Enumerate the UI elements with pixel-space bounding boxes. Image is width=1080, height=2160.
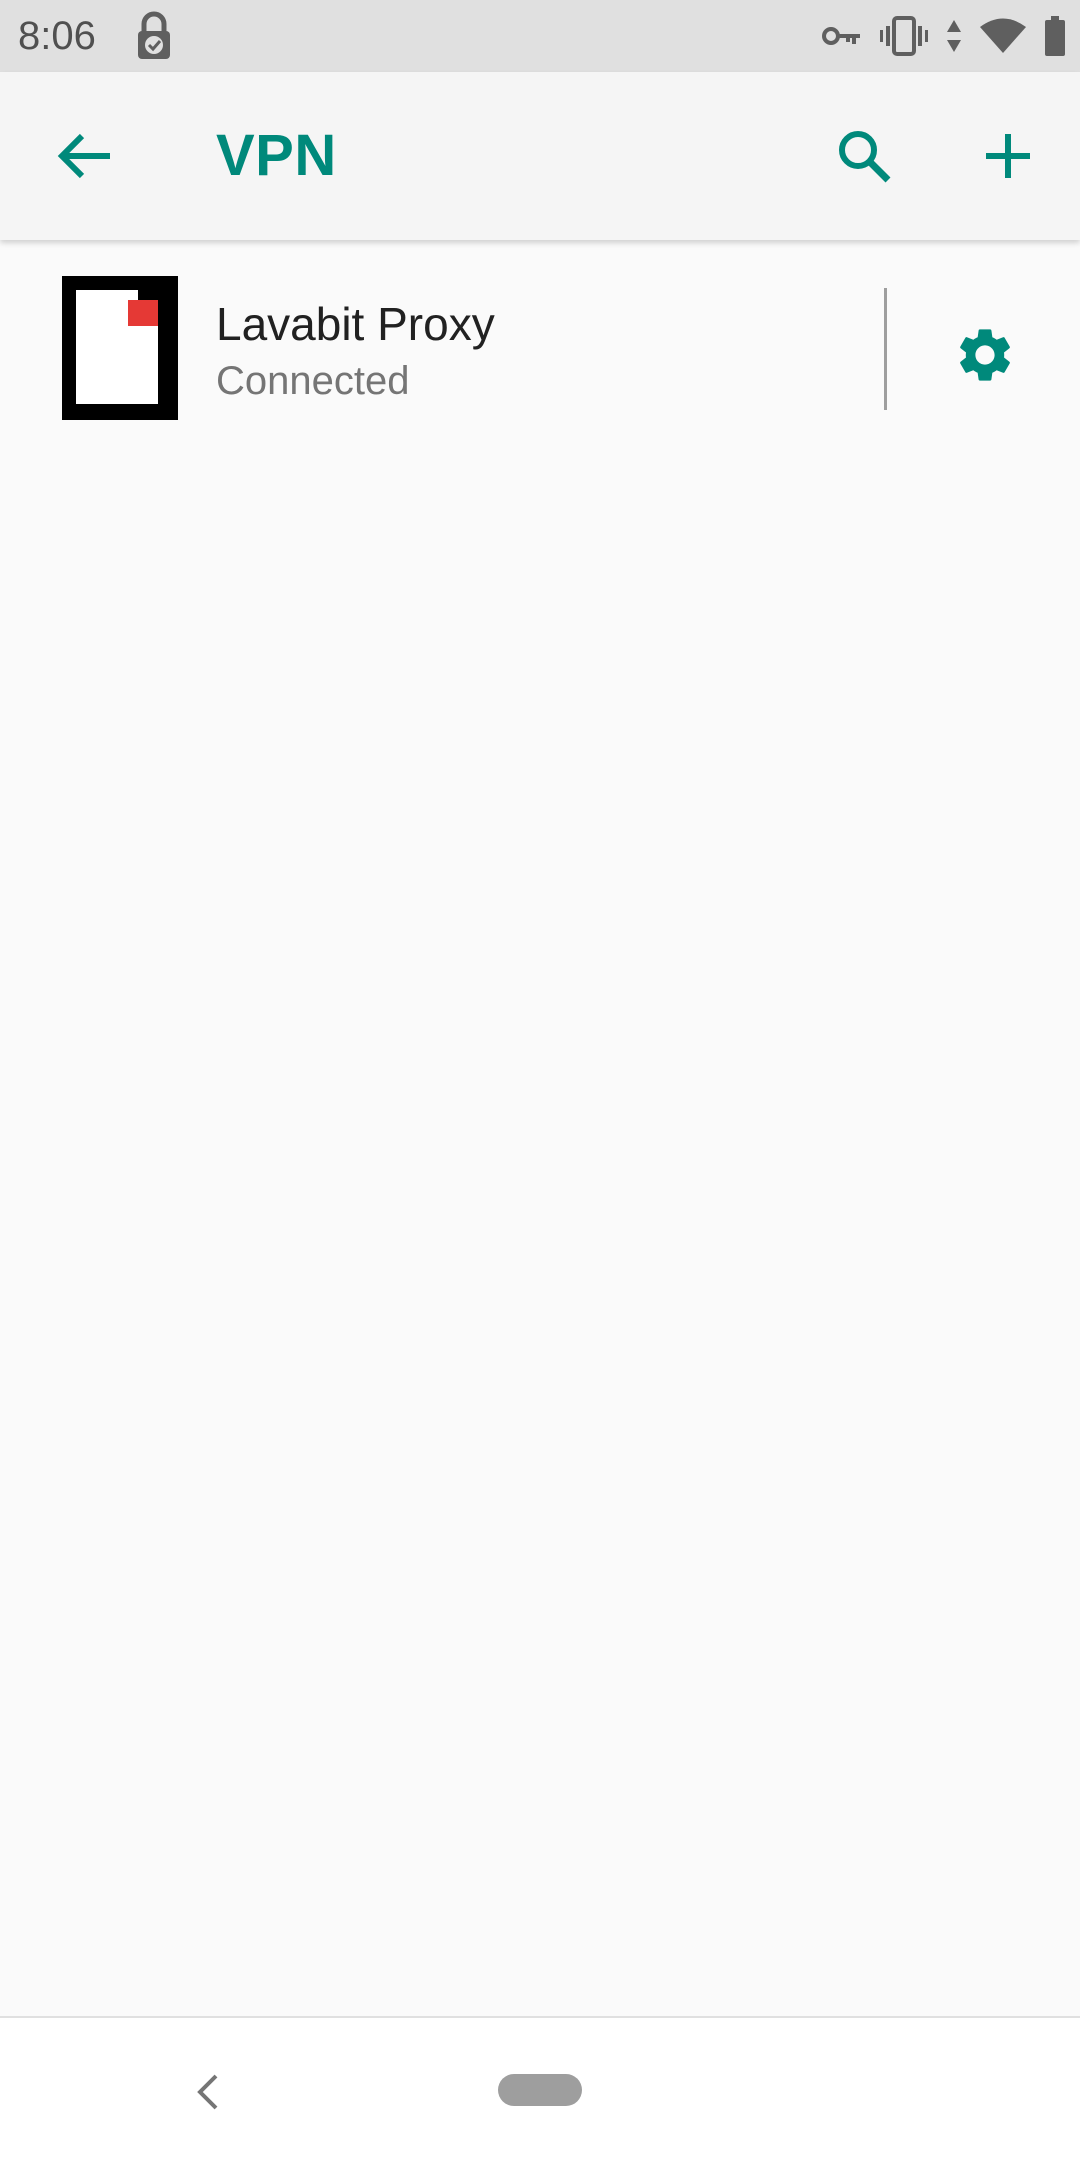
search-button[interactable] [824,116,904,196]
data-arrows-icon [946,18,962,54]
screen: 8:06 VPN Lavabit Proxy Connected [0,0,1080,2160]
page-title: VPN [216,123,337,188]
divider [884,288,887,410]
back-button[interactable] [44,116,124,196]
vpn-key-icon [822,24,862,48]
arrow-back-icon [57,133,110,179]
navigation-bar [0,2016,1080,2160]
app-bar: VPN [0,72,1080,240]
search-icon [839,131,891,183]
add-vpn-button[interactable] [968,116,1048,196]
lavabit-app-icon [62,276,178,420]
battery-icon [1044,16,1066,56]
gear-icon [960,329,1010,381]
vibrate-icon [880,16,928,56]
vpn-list-item[interactable]: Lavabit Proxy Connected [0,240,1080,460]
lock-check-icon [134,10,174,62]
status-bar: 8:06 [0,0,1080,72]
chevron-left-icon [197,2074,218,2110]
nav-back-button[interactable] [180,2064,236,2120]
vpn-settings-button[interactable] [940,310,1030,400]
add-icon [986,134,1030,178]
vpn-status: Connected [216,359,410,403]
home-pill-icon[interactable] [498,2074,582,2106]
status-icons [822,12,1066,60]
wifi-icon [980,18,1026,54]
vpn-name: Lavabit Proxy [216,298,495,350]
status-time: 8:06 [18,14,96,58]
